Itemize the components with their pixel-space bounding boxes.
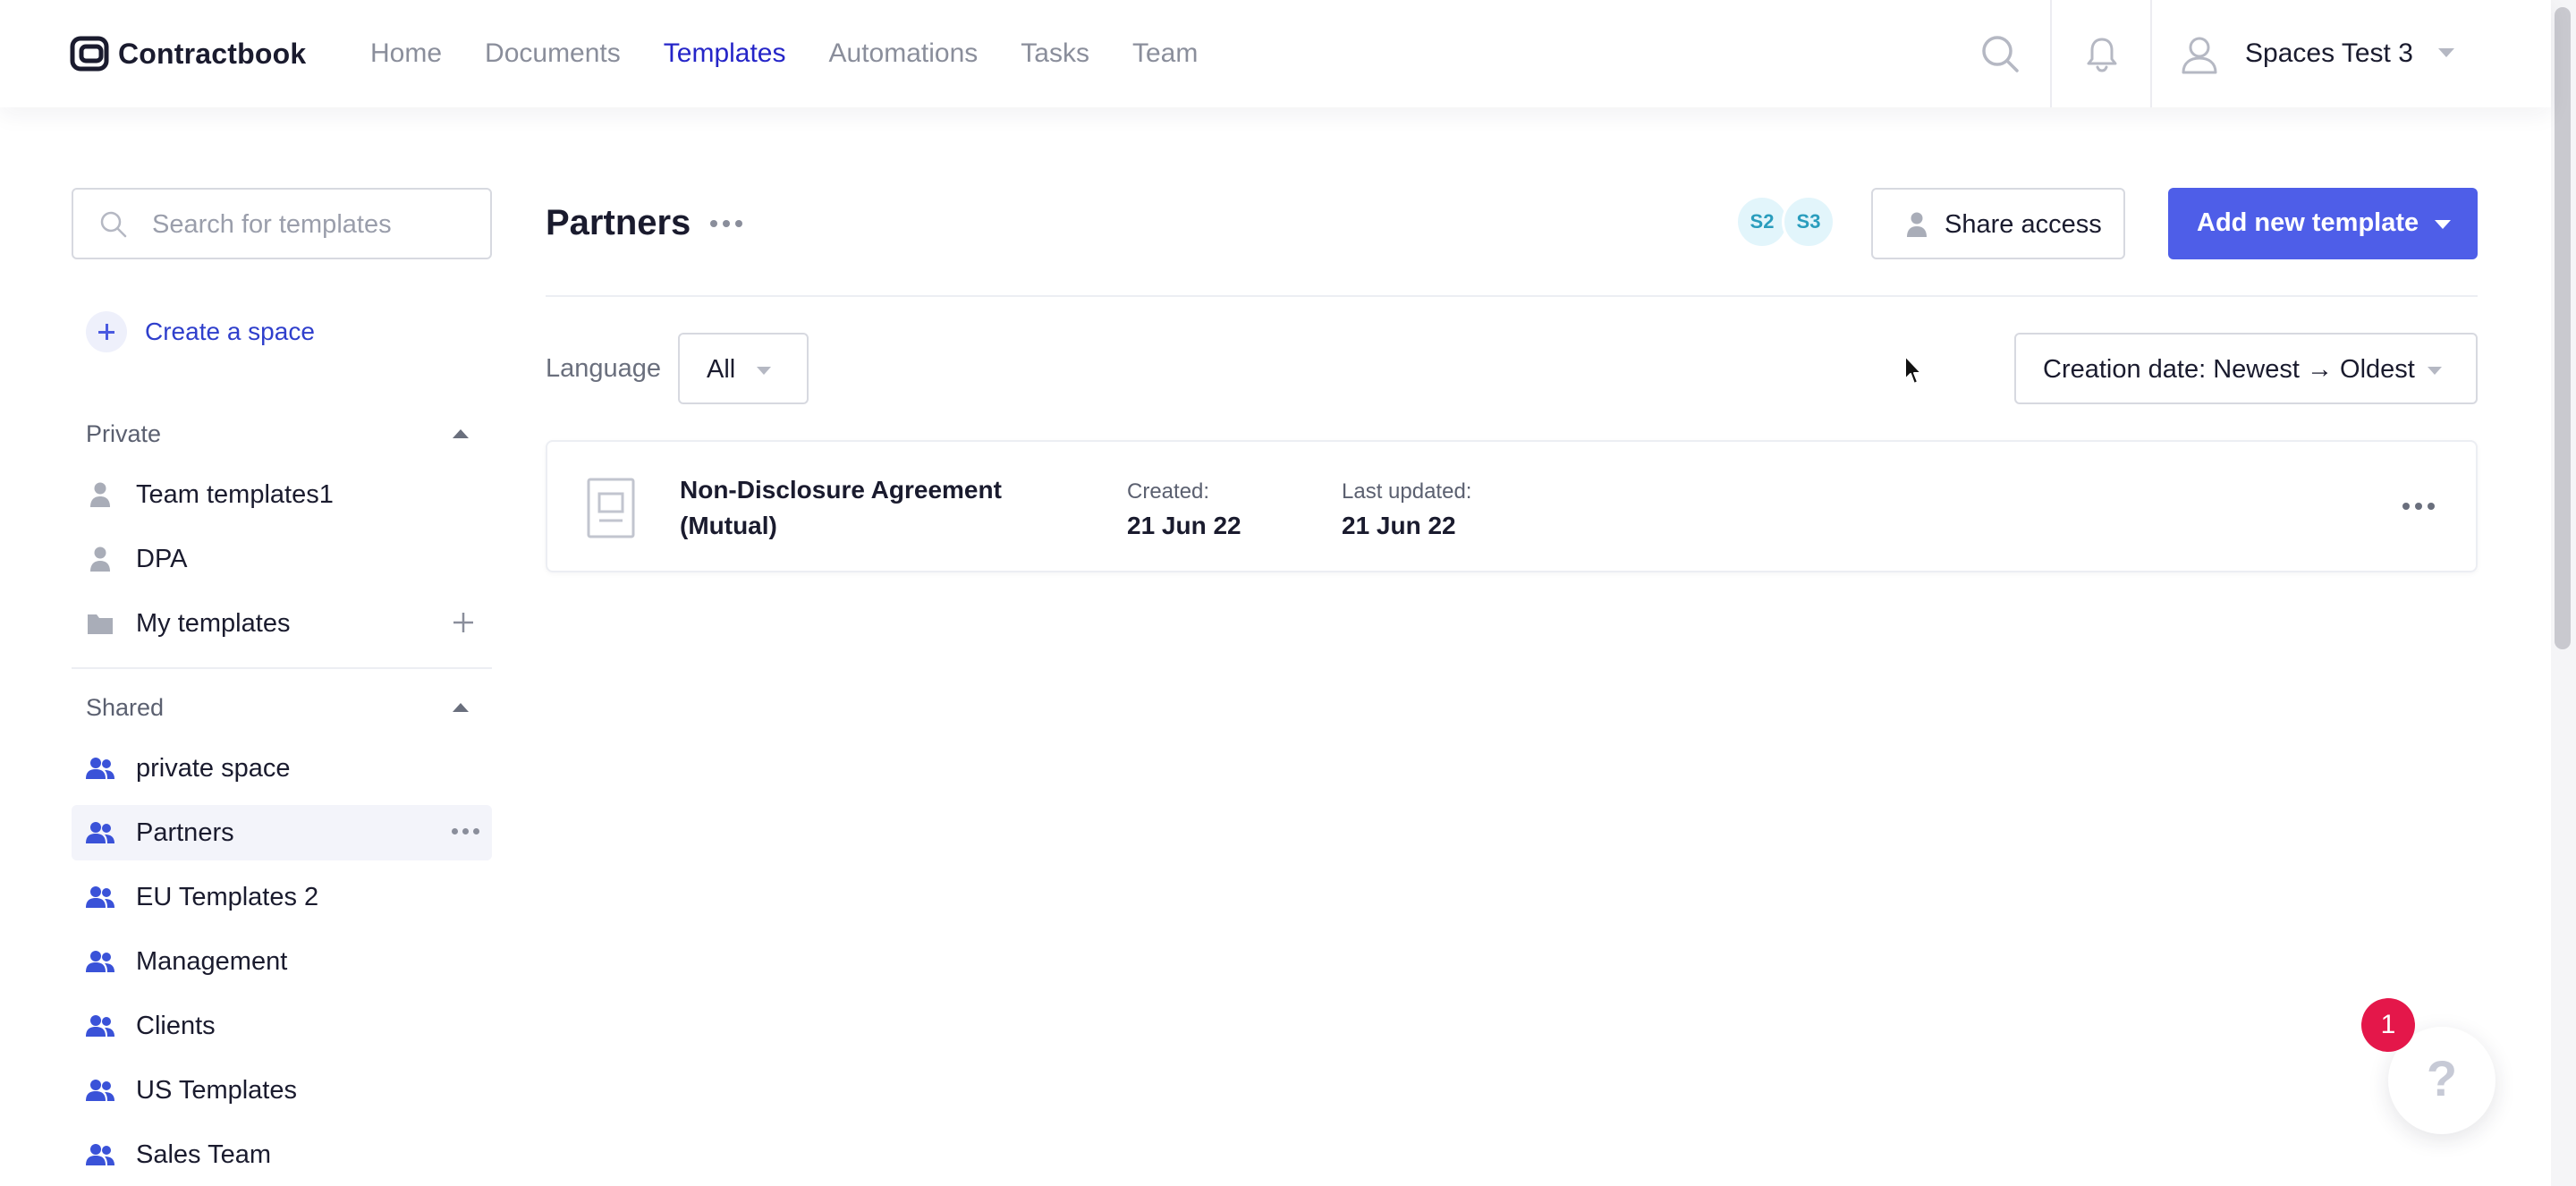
person-icon — [1907, 212, 1927, 237]
user-avatar-icon[interactable] — [2179, 34, 2220, 75]
search-icon — [100, 211, 127, 238]
group-icon — [86, 758, 114, 779]
nav-automations[interactable]: Automations — [829, 36, 979, 72]
sidebar-item-my-templates[interactable]: My templates — [72, 596, 492, 651]
nav-templates[interactable]: Templates — [664, 36, 786, 72]
sidebar-item-label: US Templates — [136, 1076, 297, 1105]
chevron-down-icon — [2428, 367, 2442, 375]
group-icon — [86, 1015, 114, 1037]
sidebar-item-management[interactable]: Management — [72, 934, 492, 989]
space-options-icon[interactable] — [710, 220, 742, 227]
group-icon — [86, 1144, 114, 1165]
bell-icon[interactable] — [2082, 34, 2122, 73]
nav-tasks[interactable]: Tasks — [1021, 36, 1089, 72]
sidebar-item-label: DPA — [136, 545, 188, 573]
last-updated-date: 21 Jun 22 — [1342, 512, 1456, 539]
shared-section-heading: Shared — [86, 694, 165, 721]
sidebar-divider — [72, 667, 492, 669]
template-search[interactable] — [72, 188, 492, 259]
share-access-label: Share access — [1945, 210, 2102, 239]
notification-badge: 1 — [2361, 998, 2415, 1052]
template-title[interactable]: Non-Disclosure Agreement (Mutual) — [680, 472, 1038, 544]
group-icon — [86, 822, 114, 843]
collapse-shared-icon[interactable] — [453, 703, 469, 712]
search-icon[interactable] — [1979, 32, 2021, 75]
sidebar-item-private-space[interactable]: private space — [72, 741, 492, 796]
add-new-template-button[interactable]: Add new template — [2168, 188, 2478, 259]
private-section-heading: Private — [86, 420, 162, 447]
nav-documents[interactable]: Documents — [485, 36, 621, 72]
sidebar-item-label: Team templates1 — [136, 480, 334, 509]
sidebar-item-sales-team[interactable]: Sales Team — [72, 1127, 492, 1182]
member-avatar[interactable]: S2 — [1735, 195, 1789, 249]
person-icon — [90, 482, 110, 507]
plus-icon — [86, 311, 127, 352]
sidebar-item-team-templates1[interactable]: Team templates1 — [72, 467, 492, 522]
folder-icon — [88, 614, 113, 634]
sidebar-item-label: My templates — [136, 609, 291, 638]
header-divider — [546, 295, 2478, 297]
nav-team[interactable]: Team — [1132, 36, 1198, 72]
group-icon — [86, 1080, 114, 1101]
divider — [2050, 0, 2052, 107]
last-updated-label: Last updated: — [1342, 479, 1472, 504]
search-input[interactable] — [152, 206, 474, 243]
help-label: ? — [2426, 1050, 2458, 1106]
chevron-down-icon — [2435, 220, 2451, 229]
group-icon — [86, 951, 114, 972]
add-new-template-label: Add new template — [2197, 208, 2419, 237]
top-navigation-bar: Contractbook Home Documents Templates Au… — [0, 0, 2551, 107]
sort-select-value: Creation date: Newest → Oldest — [2043, 355, 2415, 384]
sidebar-item-dpa[interactable]: DPA — [72, 531, 492, 587]
page-scrollbar[interactable] — [2551, 0, 2576, 1186]
template-options-icon[interactable] — [2402, 503, 2435, 510]
sidebar-item-label: private space — [136, 754, 291, 783]
template-card[interactable]: Non-Disclosure Agreement (Mutual) Create… — [546, 440, 2478, 572]
account-name[interactable]: Spaces Test 3 — [2245, 36, 2413, 72]
chevron-down-icon[interactable] — [2438, 48, 2454, 57]
create-space-label: Create a space — [145, 318, 315, 345]
nav-home[interactable]: Home — [370, 36, 442, 72]
document-icon — [587, 478, 635, 538]
created-date: 21 Jun 22 — [1127, 512, 1241, 539]
add-folder-icon[interactable] — [453, 612, 474, 633]
collapse-private-icon[interactable] — [453, 429, 469, 438]
main-nav: Home Documents Templates Automations Tas… — [370, 36, 1198, 72]
logo-icon — [70, 36, 109, 72]
sidebar-item-partners[interactable]: Partners — [72, 805, 492, 860]
brand-logo[interactable]: Contractbook — [70, 36, 306, 72]
sidebar-item-label: EU Templates 2 — [136, 883, 319, 911]
language-select[interactable]: All — [678, 333, 809, 404]
scrollbar-thumb[interactable] — [2555, 7, 2571, 649]
sidebar-item-label: Management — [136, 947, 288, 976]
created-meta: Created: 21 Jun 22 — [1127, 478, 1241, 542]
sidebar-item-eu-templates-2[interactable]: EU Templates 2 — [72, 869, 492, 925]
person-icon — [90, 546, 110, 572]
member-avatar[interactable]: S3 — [1782, 195, 1835, 249]
created-label: Created: — [1127, 479, 1210, 504]
sidebar-item-clients[interactable]: Clients — [72, 998, 492, 1054]
page-title: Partners — [546, 203, 691, 242]
sidebar-item-label: Partners — [136, 818, 234, 847]
sidebar-item-us-templates[interactable]: US Templates — [72, 1063, 492, 1118]
group-icon — [86, 886, 114, 908]
sidebar-item-label: Clients — [136, 1012, 216, 1040]
chevron-down-icon — [757, 367, 771, 375]
updated-meta: Last updated: 21 Jun 22 — [1342, 478, 1471, 542]
divider — [2150, 0, 2152, 107]
share-access-button[interactable]: Share access — [1871, 188, 2125, 259]
create-space-button[interactable]: Create a space — [86, 311, 315, 352]
mouse-cursor-icon — [1904, 355, 1922, 385]
sidebar-item-label: Sales Team — [136, 1140, 271, 1169]
brand-name: Contractbook — [118, 37, 307, 70]
more-options-icon[interactable] — [452, 828, 479, 834]
sort-select[interactable]: Creation date: Newest → Oldest — [2014, 333, 2478, 404]
language-select-value: All — [707, 355, 736, 384]
language-filter-label: Language — [546, 354, 662, 383]
